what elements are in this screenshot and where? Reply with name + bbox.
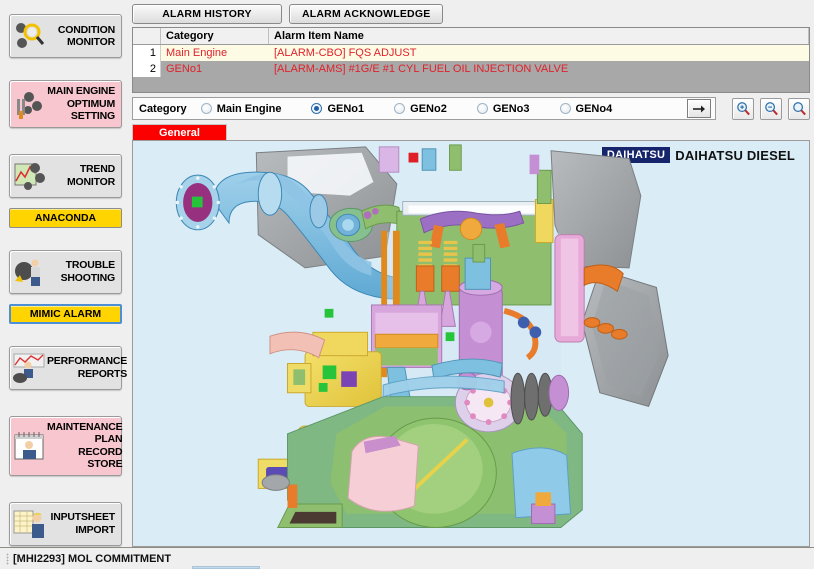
sidebar-item-label: TROUBLE SHOOTING <box>47 259 117 284</box>
tab-strip: General <box>132 124 810 141</box>
zoom-in-icon <box>736 101 751 116</box>
worker-hammer-icon <box>13 255 47 289</box>
mimic-alarm-button[interactable]: MIMIC ALARM <box>9 304 122 324</box>
row-category: Main Engine <box>161 47 269 59</box>
zoom-out-icon <box>764 101 779 116</box>
radio-geno1[interactable]: GENo1 <box>311 103 364 115</box>
row-alarm-item-name: [ALARM-AMS] #1G/E #1 CYL FUEL OIL INJECT… <box>269 63 809 75</box>
sidebar-item-label: INPUTSHEET IMPORT <box>47 511 117 536</box>
sidebar-item-performance-reports[interactable]: PERFORMANCE REPORTS <box>9 346 122 390</box>
radio-dot-icon <box>311 103 322 114</box>
zoom-out-button[interactable] <box>760 98 782 120</box>
status-bar: [MHI2293] MOL COMMITMENT <box>0 547 814 569</box>
sidebar: CONDITION MONITOR MAIN ENGINE OPTIMUM SE… <box>0 0 130 547</box>
toolbar: ALARM HISTORY ALARM ACKNOWLEDGE <box>132 4 810 27</box>
radio-main-engine[interactable]: Main Engine <box>201 103 282 115</box>
column-header-alarm-item-name: Alarm Item Name <box>269 28 809 44</box>
main-split: CONDITION MONITOR MAIN ENGINE OPTIMUM SE… <box>0 0 814 547</box>
spreadsheet-worker-icon <box>13 507 47 541</box>
sidebar-item-label: CONDITION MONITOR <box>47 24 117 49</box>
column-header-no <box>133 28 161 44</box>
zoom-reset-button[interactable] <box>788 98 810 120</box>
table-row[interactable]: 2 GENo1 [ALARM-AMS] #1G/E #1 CYL FUEL OI… <box>133 61 809 77</box>
category-label: Category <box>139 103 187 115</box>
category-box: Category Main Engine GENo1 GENo2 <box>132 97 716 120</box>
row-number: 1 <box>133 45 161 61</box>
arrow-right-icon <box>692 104 706 114</box>
alarm-table[interactable]: Category Alarm Item Name 1 Main Engine [… <box>132 27 810 93</box>
application-window: CONDITION MONITOR MAIN ENGINE OPTIMUM SE… <box>0 0 814 569</box>
radio-dot-icon <box>394 103 405 114</box>
engine-diagram-panel[interactable]: DAIHATSU DAIHATSU DIESEL <box>132 141 810 547</box>
row-alarm-item-name: [ALARM-CBO] FQS ADJUST <box>269 47 809 59</box>
worker-chart-icon <box>13 351 47 385</box>
radio-dot-icon <box>477 103 488 114</box>
tab-general[interactable]: General <box>132 124 227 140</box>
sidebar-item-maintenance-plan-record-store[interactable]: MAINTENANCE PLAN RECORD STORE <box>9 416 122 476</box>
sidebar-item-trend-monitor[interactable]: TREND MONITOR <box>9 154 122 198</box>
radio-geno4[interactable]: GENo4 <box>560 103 613 115</box>
radio-geno3[interactable]: GENo3 <box>477 103 530 115</box>
content-area: ALARM HISTORY ALARM ACKNOWLEDGE Category… <box>130 0 814 547</box>
sidebar-item-condition-monitor[interactable]: CONDITION MONITOR <box>9 14 122 58</box>
zoom-toolbar <box>716 98 810 120</box>
radio-dot-icon <box>201 103 212 114</box>
gears-piston-icon <box>13 87 47 121</box>
next-category-button[interactable] <box>687 99 711 118</box>
radio-label: GENo3 <box>493 103 530 115</box>
calendar-worker-icon <box>13 429 47 463</box>
radio-label: Main Engine <box>217 103 282 115</box>
sidebar-item-trouble-shooting[interactable]: TROUBLE SHOOTING <box>9 250 122 294</box>
alarm-history-button[interactable]: ALARM HISTORY <box>132 4 282 24</box>
engine-cutaway-diagram <box>133 141 809 546</box>
alarm-marker <box>409 153 419 163</box>
trend-chart-gears-icon <box>13 159 47 193</box>
sidebar-item-label: MAINTENANCE PLAN RECORD STORE <box>47 421 124 471</box>
sidebar-item-main-engine-optimum-setting[interactable]: MAIN ENGINE OPTIMUM SETTING <box>9 80 122 128</box>
zoom-in-button[interactable] <box>732 98 754 120</box>
status-text: [MHI2293] MOL COMMITMENT <box>13 553 171 565</box>
sidebar-item-label: TREND MONITOR <box>47 163 117 188</box>
gears-magnifier-icon <box>13 19 47 53</box>
table-row[interactable]: 1 Main Engine [ALARM-CBO] FQS ADJUST <box>133 45 809 61</box>
alarm-acknowledge-button[interactable]: ALARM ACKNOWLEDGE <box>289 4 443 24</box>
radio-dot-icon <box>560 103 571 114</box>
radio-geno2[interactable]: GENo2 <box>394 103 447 115</box>
row-category: GENo1 <box>161 63 269 75</box>
zoom-reset-icon <box>792 101 807 116</box>
radio-label: GENo2 <box>410 103 447 115</box>
radio-label: GENo1 <box>327 103 364 115</box>
category-selector-row: Category Main Engine GENo1 GENo2 <box>132 97 810 120</box>
sidebar-item-inputsheet-import[interactable]: INPUTSHEET IMPORT <box>9 502 122 546</box>
resize-grip-icon <box>6 553 9 565</box>
row-number: 2 <box>133 61 161 77</box>
anaconda-button[interactable]: ANACONDA <box>9 208 122 228</box>
sidebar-item-label: PERFORMANCE REPORTS <box>47 355 129 380</box>
sidebar-item-label: MAIN ENGINE OPTIMUM SETTING <box>47 85 117 123</box>
column-header-category: Category <box>161 28 269 44</box>
radio-label: GENo4 <box>576 103 613 115</box>
table-header-row: Category Alarm Item Name <box>133 28 809 45</box>
